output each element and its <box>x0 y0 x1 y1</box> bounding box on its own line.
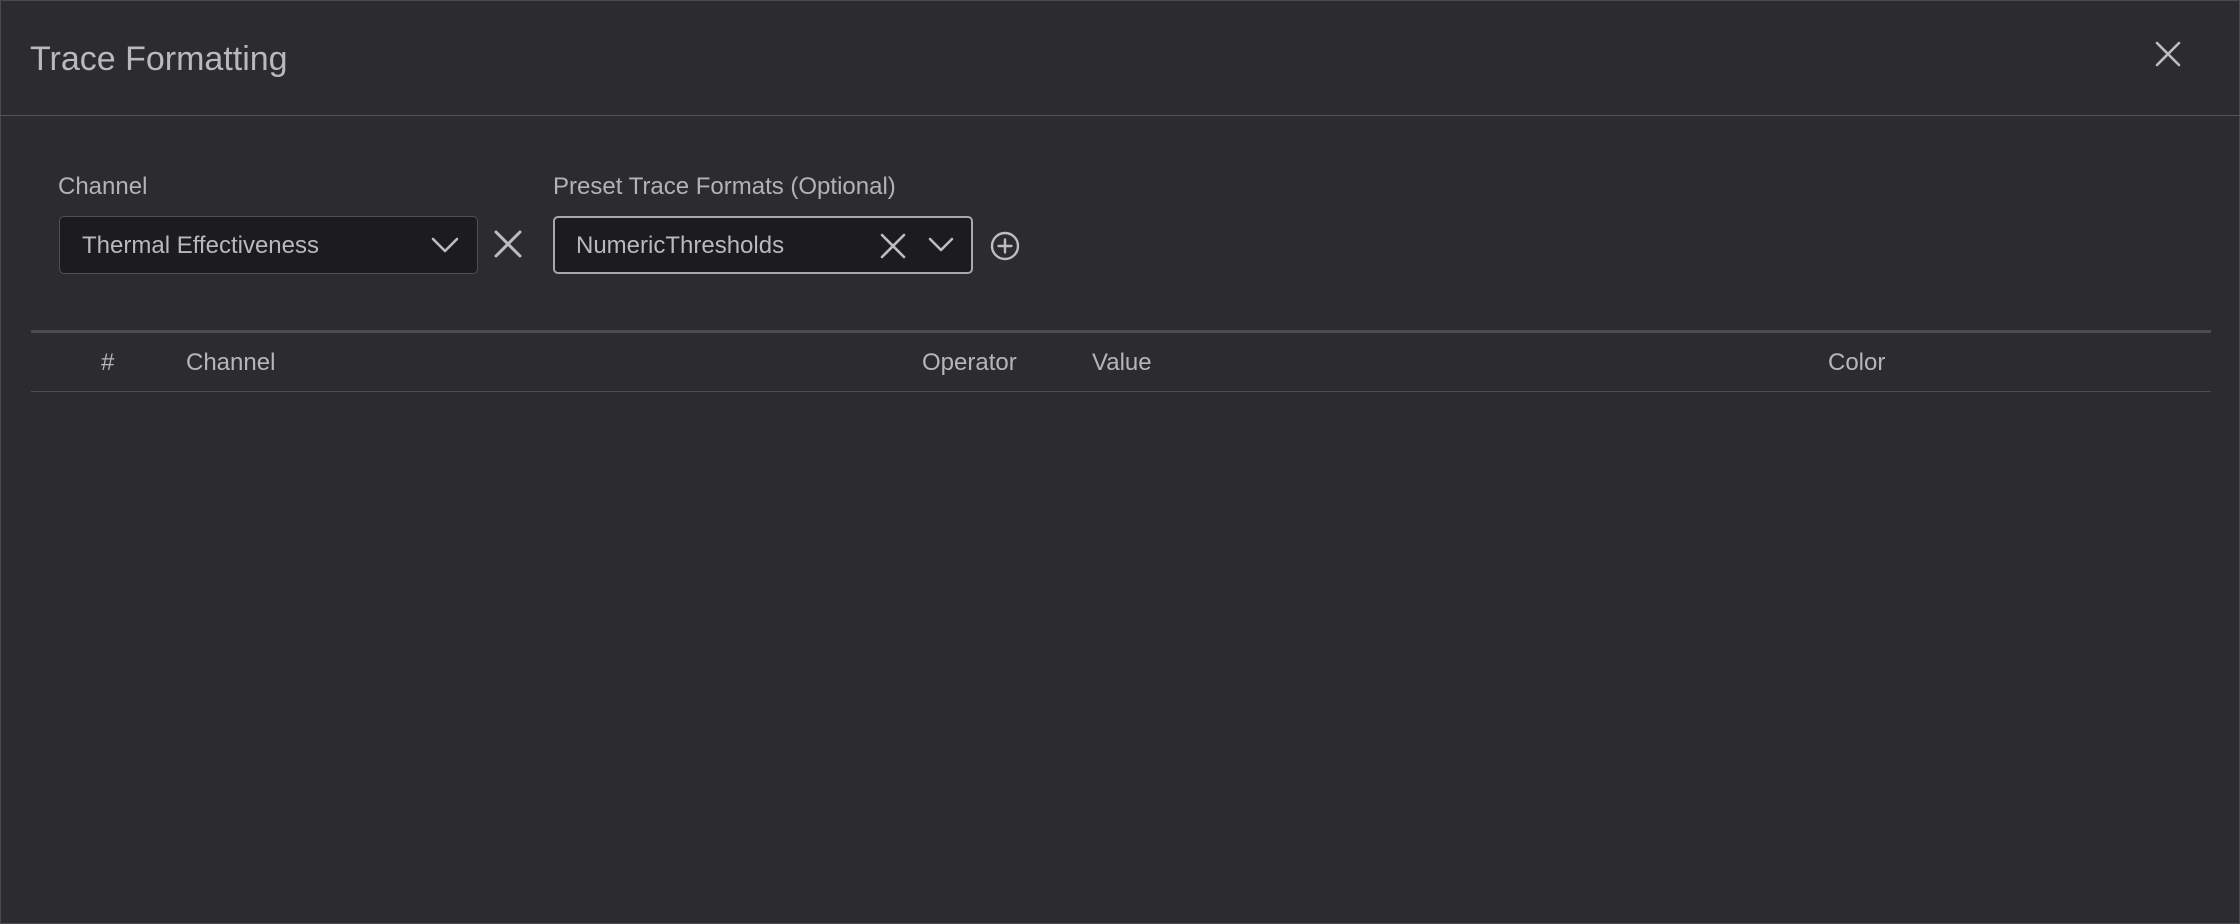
preset-select-value: NumericThresholds <box>576 232 785 259</box>
column-header-index: # <box>101 349 115 376</box>
table-body <box>31 393 2211 913</box>
table-header-divider <box>31 391 2211 392</box>
preset-field-label: Preset Trace Formats (Optional) <box>553 173 896 200</box>
column-header-value: Value <box>1092 349 1152 376</box>
close-icon <box>2155 41 2181 67</box>
column-header-operator: Operator <box>922 349 1017 376</box>
clear-icon <box>494 230 522 258</box>
chevron-down-icon <box>431 237 459 253</box>
dialog-header: Trace Formatting <box>1 1 2239 116</box>
dialog-close-button[interactable] <box>2153 39 2183 69</box>
channel-field-label: Channel <box>58 173 148 200</box>
preset-select[interactable]: NumericThresholds <box>553 216 973 274</box>
table-top-divider <box>31 330 2211 333</box>
chevron-down-icon <box>928 237 954 252</box>
trace-formatting-dialog: Trace Formatting Channel Thermal Effecti… <box>0 0 2240 924</box>
add-circle-icon <box>990 231 1020 261</box>
column-header-channel: Channel <box>186 349 276 376</box>
add-preset-button[interactable] <box>989 230 1021 262</box>
dialog-title: Trace Formatting <box>30 40 288 78</box>
channel-clear-button[interactable] <box>493 229 523 259</box>
channel-select-value: Thermal Effectiveness <box>82 232 319 259</box>
column-header-color: Color <box>1828 349 1886 376</box>
channel-select[interactable]: Thermal Effectiveness <box>59 216 478 274</box>
clear-icon[interactable] <box>880 233 906 259</box>
